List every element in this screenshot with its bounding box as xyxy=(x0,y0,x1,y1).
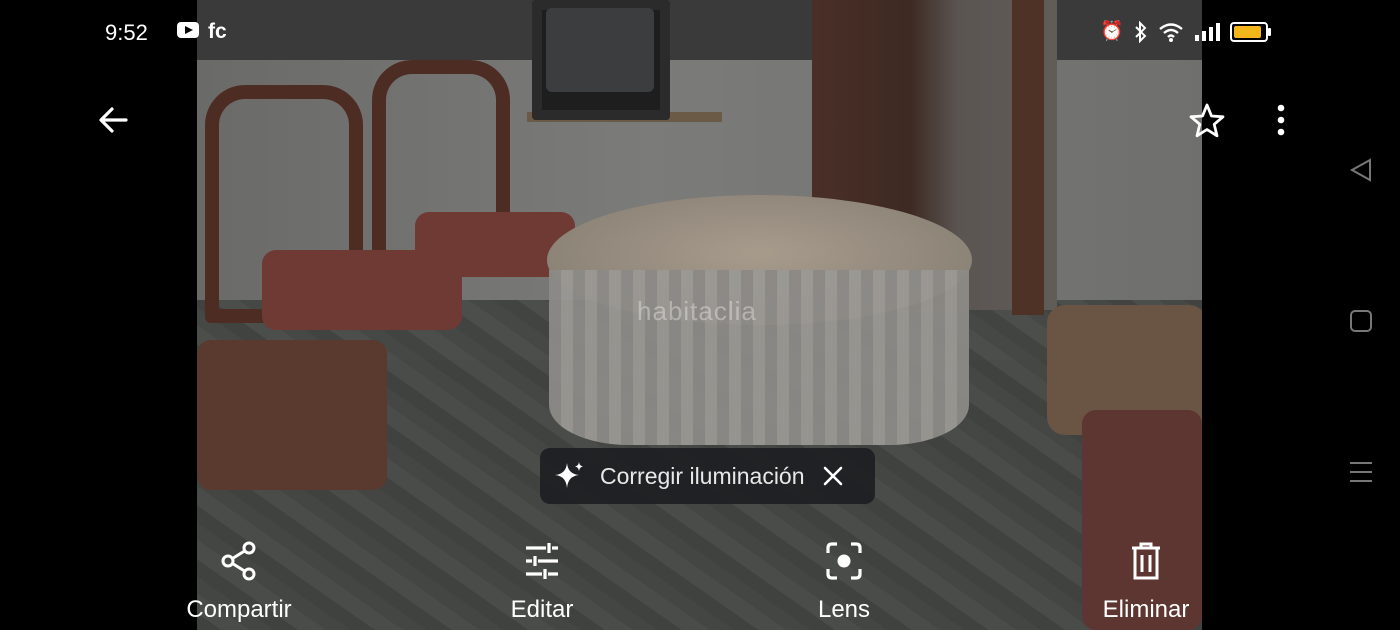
edit-label: Editar xyxy=(510,596,574,623)
photo-view[interactable]: habitaclia xyxy=(197,0,1202,630)
star-outline-icon[interactable] xyxy=(1188,102,1226,140)
alarm-icon: ⏰ xyxy=(1100,21,1124,42)
lens-label: Lens xyxy=(817,596,871,623)
lens-button[interactable]: Lens xyxy=(764,540,924,624)
edit-button[interactable]: Editar xyxy=(462,540,622,624)
more-vertical-icon[interactable] xyxy=(1270,104,1292,138)
share-label: Compartir xyxy=(186,596,292,623)
photo-rocking-chair xyxy=(197,340,387,490)
recents-menu-icon[interactable] xyxy=(1348,459,1374,485)
share-icon xyxy=(221,541,256,581)
suggestion-chip[interactable]: Corregir iluminación xyxy=(540,448,875,504)
watermark: habitaclia xyxy=(637,296,757,326)
share-button[interactable]: Compartir xyxy=(159,540,319,624)
youtube-icon xyxy=(177,22,199,38)
sparkle-icon xyxy=(555,462,583,488)
wifi-icon xyxy=(1158,23,1183,42)
signal-icon xyxy=(1194,23,1220,41)
delete-button[interactable]: Eliminar xyxy=(1066,540,1226,624)
back-triangle-icon[interactable] xyxy=(1348,157,1374,183)
close-icon[interactable] xyxy=(821,464,845,488)
suggestion-label: Corregir iluminación xyxy=(600,462,805,489)
notification-app-label: fc xyxy=(208,20,227,43)
home-square-icon[interactable] xyxy=(1348,308,1374,334)
status-time: 9:52 xyxy=(105,20,148,45)
trash-icon xyxy=(1132,542,1160,580)
bluetooth-icon xyxy=(1134,21,1147,43)
tune-icon xyxy=(526,543,558,579)
status-bar: 9:52 fc ⏰ xyxy=(0,0,1400,64)
status-icons: ⏰ xyxy=(1100,20,1271,44)
photo-tablecloth xyxy=(549,270,969,445)
arrow-left-icon[interactable] xyxy=(96,102,132,138)
battery-icon xyxy=(1229,22,1271,42)
lens-icon xyxy=(826,542,862,580)
delete-label: Eliminar xyxy=(1102,596,1190,623)
